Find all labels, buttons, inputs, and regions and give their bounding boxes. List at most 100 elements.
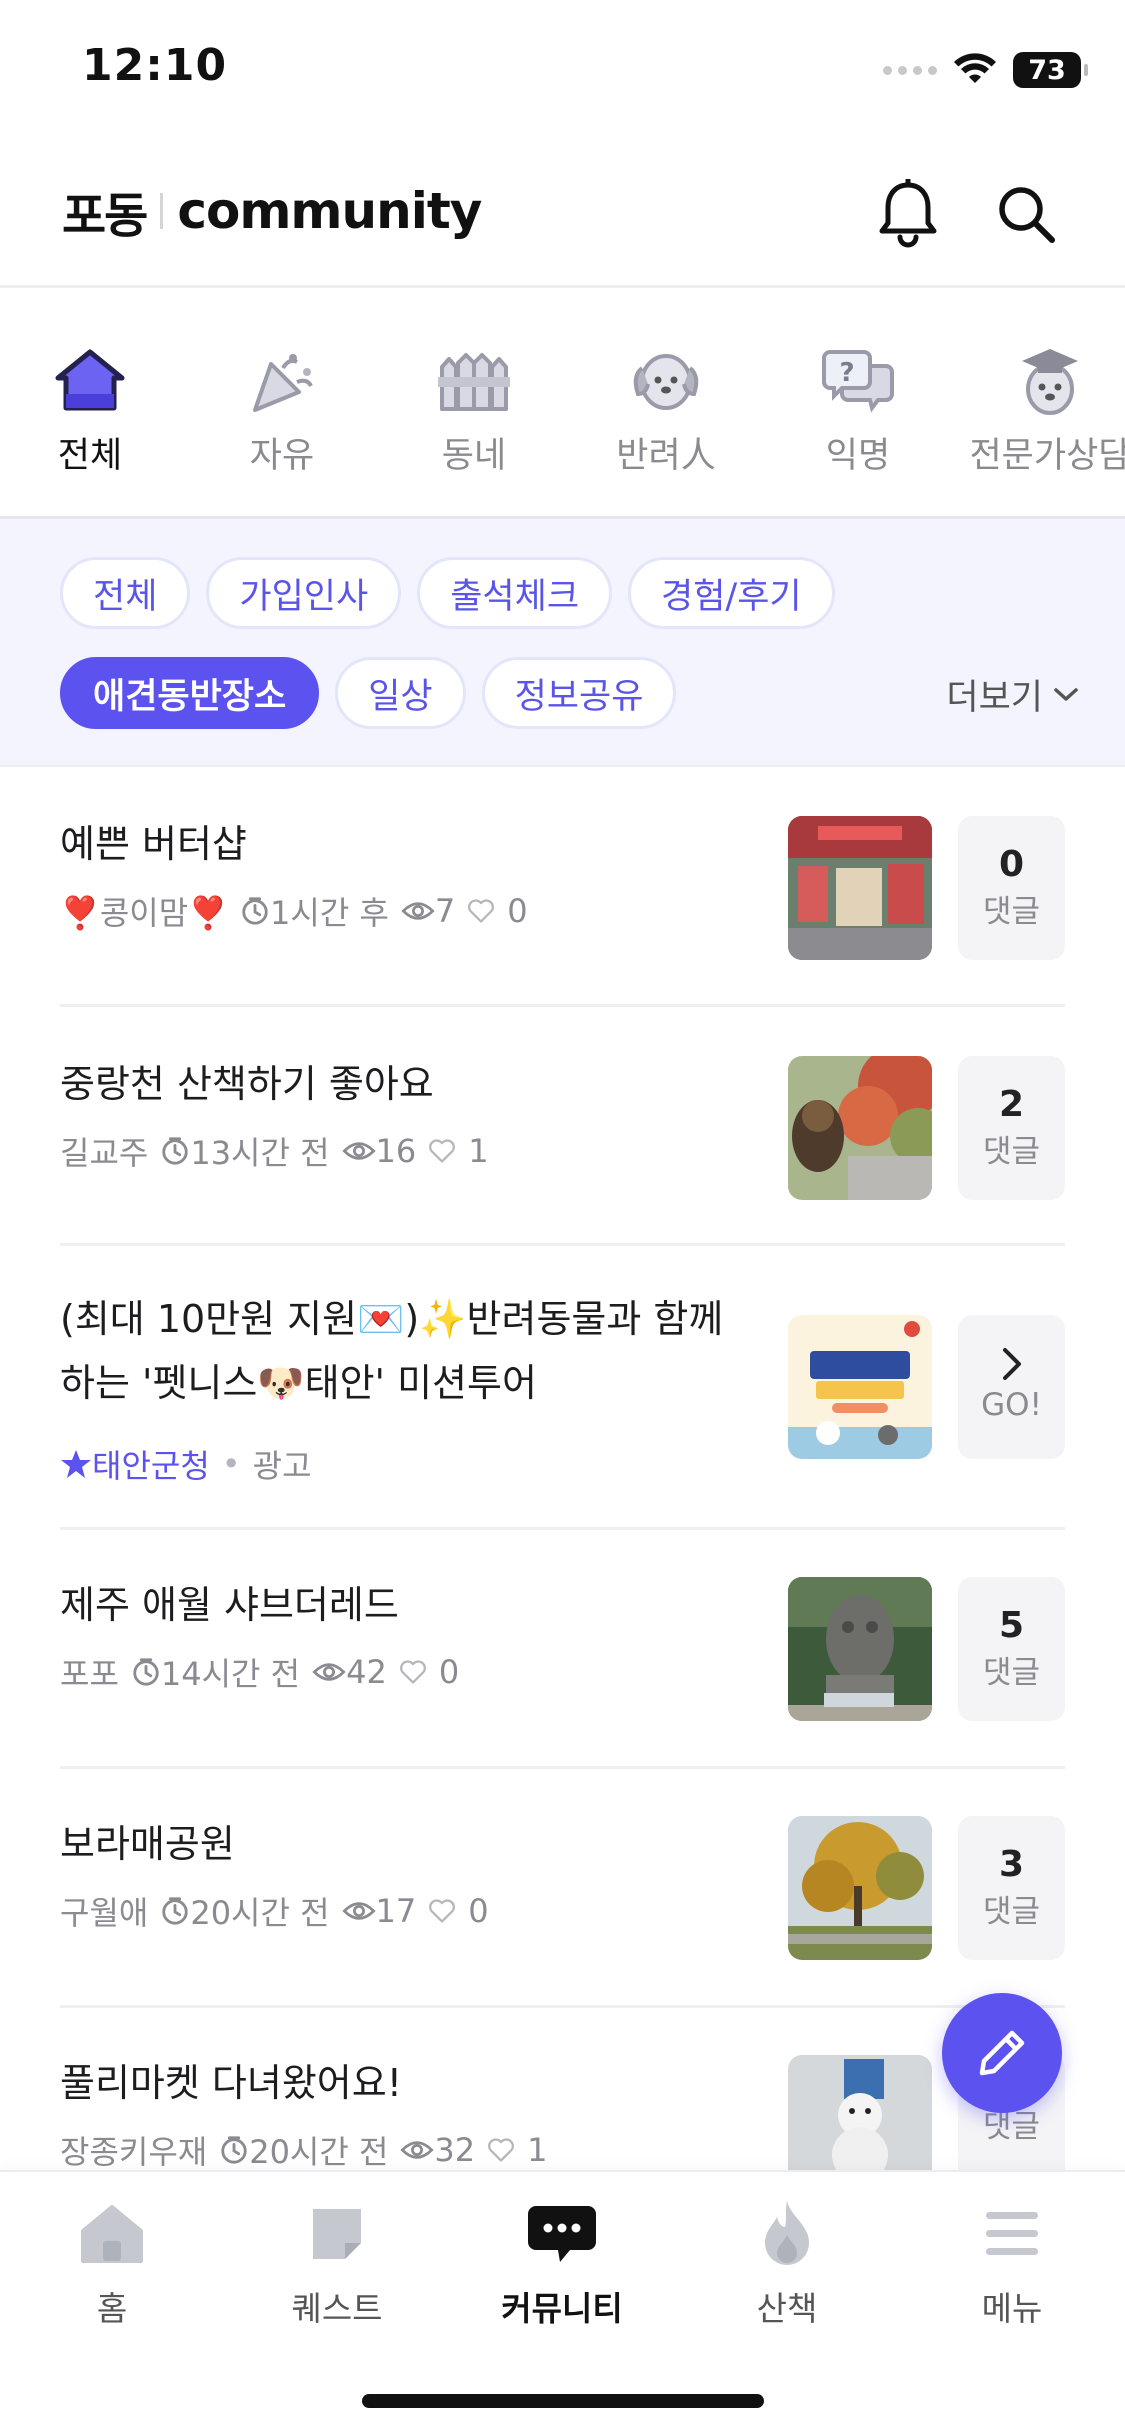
party-popper-icon — [242, 341, 322, 421]
comment-count-box: 2 댓글 — [958, 1056, 1065, 1200]
post-title: 보라매공원 — [60, 1822, 235, 1866]
chevron-right-icon — [1002, 1348, 1021, 1380]
post-likes: 1 — [527, 2131, 548, 2169]
post-thumbnail — [788, 816, 932, 960]
eye-icon — [342, 1900, 376, 1922]
post-views: 17 — [375, 1892, 417, 1930]
star-icon — [61, 1450, 91, 1478]
flame-icon — [749, 2196, 825, 2272]
chip-attendance[interactable]: 출석체크 — [417, 557, 613, 629]
post-likes: 0 — [438, 1653, 460, 1691]
post-time: 20시간 전 — [249, 2133, 389, 2170]
cellular-signal-icon — [883, 65, 937, 75]
ad-post-item[interactable]: (최대 10만원 지원💌)✨반려동물과 함께 하는 '펫니스🐶태안' 미션투어 … — [60, 1247, 1065, 1530]
chip-info-share[interactable]: 정보공유 — [481, 657, 677, 729]
comment-count-box: 5 댓글 — [958, 1577, 1065, 1721]
comment-label: 댓글 — [982, 1655, 1041, 1691]
post-meta: 길교주 13시간 전 16 1 — [60, 1128, 489, 1174]
nav-quest[interactable]: 퀘스트 — [247, 2196, 427, 2330]
tab-label: 전체 — [57, 436, 123, 476]
dog-face-icon — [626, 341, 706, 421]
chip-daily[interactable]: 일상 — [335, 657, 466, 729]
chevron-down-icon — [1054, 687, 1078, 701]
tab-label: 동네 — [441, 436, 507, 476]
post-time: 20시간 전 — [190, 1894, 330, 1932]
tab-label: 익명 — [825, 436, 891, 476]
post-author: 구월애 — [60, 1894, 149, 1932]
battery-indicator: 73 — [1013, 52, 1088, 88]
post-item[interactable]: 보라매공원 구월애 20시간 전 17 0 3 댓글 — [60, 1770, 1065, 2008]
status-time: 12:10 — [82, 40, 228, 91]
notification-button[interactable] — [870, 176, 946, 252]
post-title: 예쁜 버터샵 — [60, 822, 247, 866]
chip-review[interactable]: 경험/후기 — [628, 557, 835, 629]
nav-label: 메뉴 — [981, 2289, 1043, 2328]
post-title: 제주 애월 샤브더레드 — [60, 1583, 399, 1627]
comment-count: 5 — [998, 1605, 1025, 1646]
comment-label: 댓글 — [982, 1134, 1041, 1170]
nav-label: 퀘스트 — [291, 2289, 383, 2328]
chip-pet-friendly-places[interactable]: 애견동반장소 — [60, 657, 320, 729]
post-views: 42 — [346, 1653, 387, 1691]
chip-row: 전체 가입인사 출석체크 경험/후기 — [60, 557, 835, 629]
post-views: 7 — [434, 892, 456, 930]
eye-icon — [342, 1140, 376, 1162]
nav-home[interactable]: 홈 — [22, 2196, 202, 2330]
tab-label: 반려人 — [616, 436, 716, 476]
write-post-button[interactable] — [942, 1993, 1062, 2113]
post-views: 16 — [375, 1132, 417, 1170]
bell-icon — [879, 179, 937, 248]
post-title: 중랑천 산책하기 좋아요 — [60, 1062, 434, 1106]
nav-walk[interactable]: 산책 — [697, 2196, 877, 2330]
tab-expert[interactable]: 전문가상담 — [954, 291, 1125, 516]
chip-greeting[interactable]: 가입인사 — [206, 557, 402, 629]
post-meta: 구월애 20시간 전 17 0 — [60, 1888, 489, 1934]
ad-thumbnail — [788, 1315, 932, 1459]
logo-divider — [160, 193, 164, 229]
chat-bubble-icon — [524, 2196, 600, 2272]
subcategory-filter: 전체 가입인사 출석체크 경험/후기 애견동반장소 일상 정보공유 더보기 — [0, 519, 1125, 767]
post-item[interactable]: 풀리마켓 다녀왔어요! 장종키우재 20시간 전 32 1 댓글 — [60, 2009, 1065, 2170]
meta-dot: • — [221, 1445, 241, 1483]
status-bar: 12:10 73 — [0, 0, 1125, 140]
nav-community[interactable]: 커뮤니티 — [472, 2196, 652, 2330]
search-button[interactable] — [988, 176, 1064, 252]
heart-icon — [467, 898, 495, 924]
clock-icon — [219, 2135, 249, 2165]
tab-pet-people[interactable]: 반려人 — [570, 291, 762, 516]
fence-icon — [434, 341, 514, 421]
comment-count-box: 3 댓글 — [958, 1816, 1065, 1960]
home-indicator[interactable] — [362, 2394, 764, 2408]
post-author: 장종키우재 — [60, 2133, 208, 2170]
ad-source: 태안군청 — [92, 1447, 210, 1485]
tab-anonymous[interactable]: ? 익명 — [762, 291, 954, 516]
more-label: 더보기 — [946, 678, 1043, 718]
tab-all[interactable]: 전체 — [0, 291, 186, 516]
post-item[interactable]: 중랑천 산책하기 좋아요 길교주 13시간 전 16 1 2 댓글 — [60, 1008, 1065, 1246]
clock-icon — [160, 1136, 190, 1166]
post-author: 길교주 — [60, 1134, 149, 1172]
heart-icon — [399, 1659, 427, 1685]
app-logo[interactable]: 포동 community — [62, 176, 482, 246]
post-likes: 0 — [507, 892, 528, 930]
post-item[interactable]: 제주 애월 샤브더레드 포포 14시간 전 42 0 5 댓글 — [60, 1531, 1065, 1769]
hamburger-menu-icon — [974, 2196, 1050, 2272]
post-meta: ❣️콩이맘❣️ 1시간 후 7 0 — [60, 888, 528, 934]
home-icon — [74, 2196, 150, 2272]
tab-neighborhood[interactable]: 동네 — [378, 291, 570, 516]
nav-menu[interactable]: 메뉴 — [922, 2196, 1102, 2330]
chip-all[interactable]: 전체 — [60, 557, 191, 629]
ad-label: 광고 — [252, 1447, 312, 1485]
post-title: 풀리마켓 다녀왔어요! — [60, 2061, 402, 2105]
clock-icon — [240, 896, 270, 926]
post-item[interactable]: 예쁜 버터샵 ❣️콩이맘❣️ 1시간 후 7 0 0 댓글 — [60, 770, 1065, 1007]
svg-text:?: ? — [839, 358, 854, 388]
tab-free[interactable]: 자유 — [186, 291, 378, 516]
more-button[interactable]: 더보기 — [946, 669, 1079, 720]
ad-go-button[interactable]: GO! — [958, 1315, 1065, 1459]
logo-korean: 포동 — [62, 188, 148, 244]
go-label: GO! — [981, 1387, 1042, 1423]
comment-count-box: 0 댓글 — [958, 816, 1065, 960]
post-meta: 장종키우재 20시간 전 32 1 — [60, 2127, 548, 2170]
heart-icon — [428, 1138, 456, 1164]
